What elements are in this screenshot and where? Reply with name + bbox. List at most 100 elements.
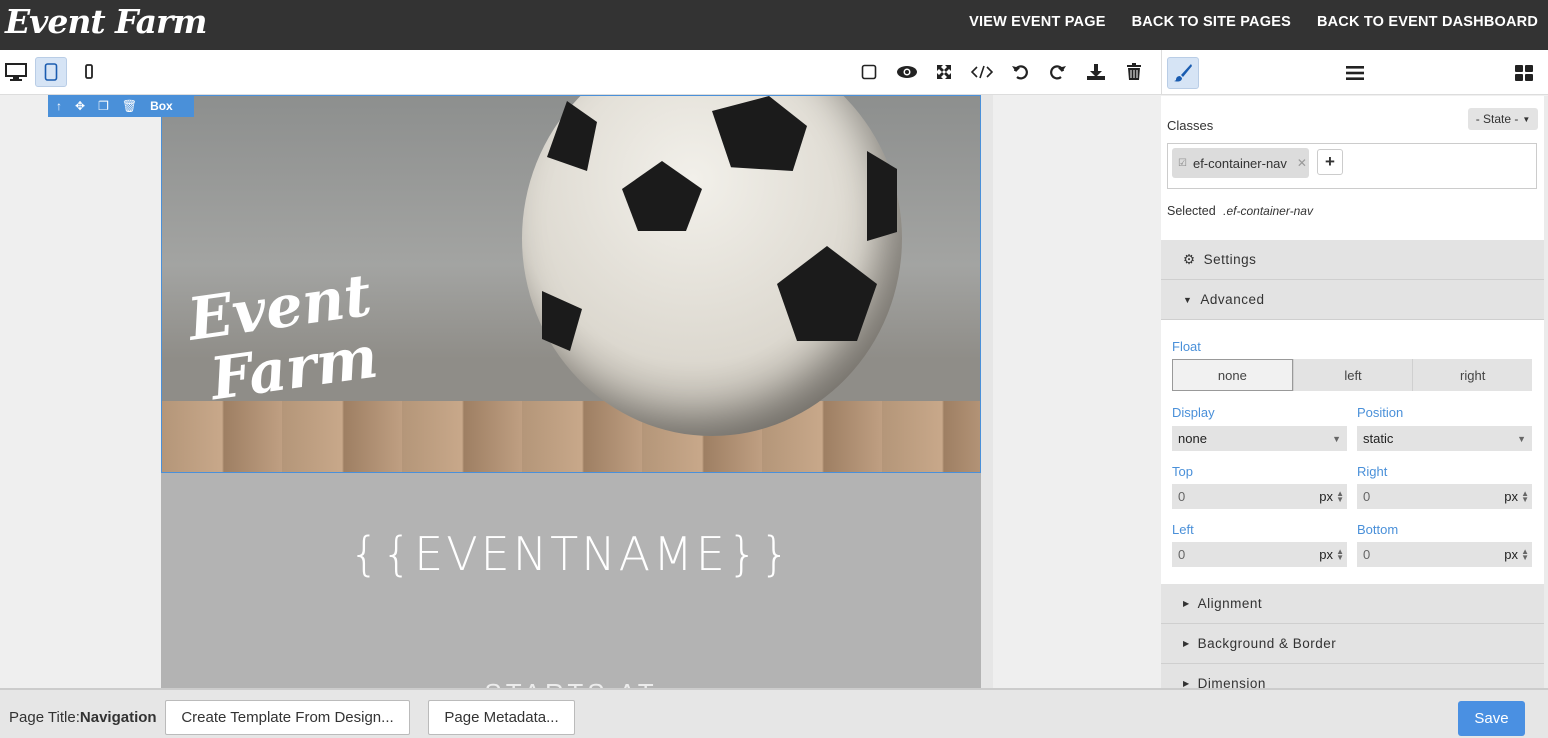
float-label: Float (1172, 339, 1201, 354)
editor-toolbar (0, 50, 1161, 95)
stepper-icon[interactable]: ▲ ▼ (1336, 547, 1344, 561)
classes-label: Classes (1167, 118, 1214, 133)
style-manager-panel: Classes - State - ▼ ☑ ef-container-nav ✕ … (1161, 96, 1548, 688)
top-unit[interactable]: px (1319, 489, 1333, 504)
top-nav: VIEW EVENT PAGE BACK TO SITE PAGES BACK … (969, 0, 1538, 44)
event-name-heading[interactable]: {{EVENTNAME}} (161, 527, 981, 581)
brush-icon[interactable] (1167, 57, 1199, 89)
float-right-option[interactable]: right (1412, 359, 1533, 391)
state-select[interactable]: - State - ▼ (1468, 108, 1538, 130)
canvas-scrollbar[interactable] (981, 95, 993, 688)
position-select-value: static (1363, 431, 1394, 446)
classes-section: Classes - State - ▼ ☑ ef-container-nav ✕ … (1161, 96, 1544, 240)
dimension-section-header[interactable]: ▶ Dimension (1161, 664, 1544, 688)
outline-square-icon[interactable] (856, 59, 882, 85)
top-input[interactable]: 0 px ▲ ▼ (1172, 484, 1347, 509)
caret-right-icon: ▶ (1183, 639, 1190, 648)
back-to-event-dashboard-link[interactable]: BACK TO EVENT DASHBOARD (1317, 14, 1538, 30)
settings-section-header[interactable]: ⚙ Settings (1161, 240, 1544, 280)
bottom-bar: Page Title:Navigation Create Template Fr… (0, 688, 1548, 738)
add-class-button[interactable]: + (1317, 149, 1343, 175)
float-none-option[interactable]: none (1172, 359, 1293, 391)
bottom-unit[interactable]: px (1504, 547, 1518, 562)
bottom-input[interactable]: 0 px ▲ ▼ (1357, 542, 1532, 567)
state-select-value: - State - (1475, 112, 1519, 126)
page-title: Page Title:Navigation (9, 709, 157, 726)
caret-right-icon: ▶ (1183, 679, 1190, 688)
page-preview: Event Farm {{EVENTNAME}} STARTS AT (161, 95, 981, 688)
close-icon[interactable]: ✕ (1297, 156, 1307, 170)
code-icon[interactable] (969, 59, 995, 85)
class-chip-label: ef-container-nav (1192, 155, 1287, 171)
right-input-value: 0 (1363, 489, 1371, 504)
alignment-label: Alignment (1197, 596, 1263, 611)
alignment-section-header[interactable]: ▶ Alignment (1161, 584, 1544, 624)
advanced-section-header[interactable]: ▼ Advanced (1161, 280, 1544, 320)
background-border-section-header[interactable]: ▶ Background & Border (1161, 624, 1544, 664)
layers-icon[interactable] (1339, 57, 1371, 89)
checkbox-icon[interactable]: ☑ (1178, 158, 1187, 169)
top-bar: Event Farm VIEW EVENT PAGE BACK TO SITE … (0, 0, 1548, 50)
selected-element-toolbar: ↑ ✥ ❐ 🗑 Box (48, 95, 194, 117)
app-logo[interactable]: Event Farm (5, 2, 207, 41)
editor-canvas[interactable]: Event Farm {{EVENTNAME}} STARTS AT ↑ ✥ ❐… (0, 95, 1161, 688)
fullscreen-icon[interactable] (931, 59, 957, 85)
ball-patch (547, 101, 597, 171)
view-event-page-link[interactable]: VIEW EVENT PAGE (969, 14, 1105, 30)
page-title-label: Page Title: (9, 709, 80, 726)
page-metadata-button[interactable]: Page Metadata... (428, 700, 575, 735)
dimension-label: Dimension (1197, 676, 1266, 688)
left-unit[interactable]: px (1319, 547, 1333, 562)
wood-floor-image (162, 401, 980, 472)
eye-icon[interactable] (894, 59, 920, 85)
top-label: Top (1172, 464, 1193, 479)
stepper-icon[interactable]: ▲ ▼ (1521, 547, 1529, 561)
back-to-site-pages-link[interactable]: BACK TO SITE PAGES (1132, 14, 1291, 30)
element-type-label: Box (150, 99, 173, 113)
selected-value: .ef-container-nav (1223, 204, 1313, 218)
stepper-icon[interactable]: ▲ ▼ (1336, 489, 1344, 503)
hero-box[interactable]: Event Farm (161, 95, 981, 473)
right-label: Right (1357, 464, 1388, 479)
float-left-option[interactable]: left (1292, 359, 1413, 391)
class-tags-box[interactable]: ☑ ef-container-nav ✕ + (1167, 143, 1537, 189)
save-button[interactable]: Save (1458, 701, 1525, 736)
soccer-ball-image (522, 96, 902, 436)
tablet-icon[interactable] (35, 57, 67, 87)
left-input[interactable]: 0 px ▲ ▼ (1172, 542, 1347, 567)
top-input-value: 0 (1178, 489, 1186, 504)
blocks-icon[interactable] (1508, 57, 1540, 89)
selected-label: Selected (1167, 204, 1216, 218)
position-select[interactable]: static ▼ (1357, 426, 1532, 451)
starts-at-text[interactable]: STARTS AT (161, 678, 981, 688)
page-title-value: Navigation (79, 709, 157, 726)
create-template-button[interactable]: Create Template From Design... (165, 700, 410, 735)
redo-icon[interactable] (1045, 59, 1071, 85)
delete-icon[interactable]: 🗑 (122, 99, 137, 113)
display-select-value: none (1178, 431, 1207, 446)
ball-patch (777, 246, 877, 341)
display-label: Display (1172, 405, 1215, 420)
desktop-icon[interactable] (0, 57, 32, 87)
class-chip[interactable]: ☑ ef-container-nav ✕ (1172, 148, 1309, 178)
chevron-down-icon: ▼ (1332, 433, 1341, 444)
ball-patch (542, 291, 582, 351)
mobile-icon[interactable] (73, 57, 105, 87)
float-radio-group: none left right (1172, 359, 1533, 391)
trash-icon[interactable] (1121, 59, 1147, 85)
download-icon[interactable] (1083, 59, 1109, 85)
undo-icon[interactable] (1007, 59, 1033, 85)
position-label: Position (1357, 405, 1404, 420)
ball-patch (622, 161, 702, 231)
select-parent-icon[interactable]: ↑ (56, 99, 62, 113)
clone-icon[interactable]: ❐ (98, 99, 109, 113)
move-icon[interactable]: ✥ (75, 99, 85, 113)
stepper-icon[interactable]: ▲ ▼ (1521, 489, 1529, 503)
right-input[interactable]: 0 px ▲ ▼ (1357, 484, 1532, 509)
right-unit[interactable]: px (1504, 489, 1518, 504)
hero-logo: Event Farm (184, 261, 383, 413)
caret-down-icon: ▼ (1183, 294, 1193, 305)
bottom-input-value: 0 (1363, 547, 1371, 562)
background-border-label: Background & Border (1197, 636, 1337, 651)
display-select[interactable]: none ▼ (1172, 426, 1347, 451)
